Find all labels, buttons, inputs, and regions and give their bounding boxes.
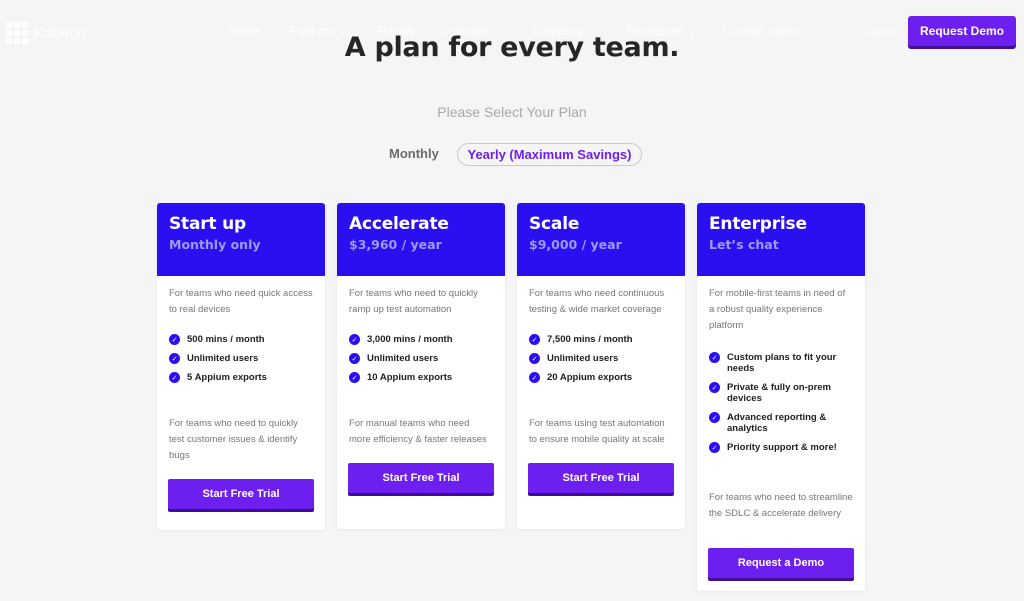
start-free-trial-button[interactable]: Start Free Trial (348, 463, 494, 493)
feature-list: ✓ 7,500 mins / month ✓ Unlimited users ✓… (529, 334, 673, 383)
feature-text: Unlimited users (367, 353, 439, 364)
check-circle-icon: ✓ (529, 334, 540, 345)
plan-card-header: Accelerate $3,960 / year (337, 203, 505, 276)
feature-text: 7,500 mins / month (547, 334, 633, 345)
check-circle-icon: ✓ (169, 353, 180, 364)
feature-text: Priority support & more! (727, 442, 837, 453)
feature-item: ✓ 10 Appium exports (349, 372, 493, 383)
plan-card-header: Enterprise Let’s chat (697, 203, 865, 276)
plan-name: Accelerate (349, 214, 449, 234)
feature-item: ✓ Priority support & more! (709, 442, 853, 453)
plan-price: Monthly only (169, 237, 261, 252)
feature-item: ✓ Unlimited users (529, 353, 673, 364)
feature-item: ✓ Unlimited users (349, 353, 493, 364)
feature-text: Advanced reporting & analytics (727, 412, 827, 434)
check-circle-icon: ✓ (529, 353, 540, 364)
check-circle-icon: ✓ (709, 352, 720, 363)
check-circle-icon: ✓ (529, 372, 540, 383)
plan-name: Start up (169, 214, 246, 234)
plan-card-body: For teams who need quick access to real … (157, 276, 325, 464)
plan-footnote: For teams who need to quickly test custo… (169, 418, 298, 461)
feature-text: Custom plans to fit your needs (727, 352, 837, 374)
check-circle-icon: ✓ (709, 382, 720, 393)
plan-description: For teams who need continuous testing & … (529, 288, 665, 315)
feature-text: 20 Appium exports (547, 372, 633, 383)
plan-description: For teams who need to quickly ramp up te… (349, 288, 478, 315)
feature-item: ✓ 500 mins / month (169, 334, 313, 345)
plan-card-body: For teams who need to quickly ramp up te… (337, 276, 505, 448)
plan-card-header: Scale $9,000 / year (517, 203, 685, 276)
check-circle-icon: ✓ (709, 412, 720, 423)
plan-name: Scale (529, 214, 580, 234)
check-circle-icon: ✓ (169, 372, 180, 383)
feature-list: ✓ 500 mins / month ✓ Unlimited users ✓ 5… (169, 334, 313, 383)
feature-item: ✓ Unlimited users (169, 353, 313, 364)
plan-name: Enterprise (709, 214, 807, 234)
feature-list: ✓ Custom plans to fit your needs ✓ Priva… (709, 352, 853, 453)
plan-card-body: For mobile-first teams in need of a robu… (697, 276, 865, 522)
feature-item: ✓ 5 Appium exports (169, 372, 313, 383)
plan-card-body: For teams who need continuous testing & … (517, 276, 685, 448)
billing-toggle-monthly[interactable]: Monthly (389, 146, 439, 161)
feature-text: 10 Appium exports (367, 372, 453, 383)
plan-card-accelerate: Accelerate $3,960 / year For teams who n… (337, 203, 505, 529)
feature-item: ✓ 7,500 mins / month (529, 334, 673, 345)
plan-price: $3,960 / year (349, 237, 442, 252)
billing-toggle-yearly[interactable]: Yearly (Maximum Savings) (457, 143, 642, 166)
feature-text: Unlimited users (547, 353, 619, 364)
plan-card-scale: Scale $9,000 / year For teams who need c… (517, 203, 685, 529)
feature-text: Unlimited users (187, 353, 259, 364)
page-subtitle: Please Select Your Plan (437, 104, 587, 120)
feature-list: ✓ 3,000 mins / month ✓ Unlimited users ✓… (349, 334, 493, 383)
plan-footnote: For teams who need to streamline the SDL… (709, 492, 853, 519)
feature-text: Private & fully on-prem devices (727, 382, 831, 404)
feature-item: ✓ Advanced reporting & analytics (709, 412, 853, 434)
check-circle-icon: ✓ (709, 442, 720, 453)
feature-item: ✓ Custom plans to fit your needs (709, 352, 853, 374)
plan-card-startup: Start up Monthly only For teams who need… (157, 203, 325, 530)
check-circle-icon: ✓ (349, 353, 360, 364)
plan-footnote: For teams using test automation to ensur… (529, 418, 665, 445)
check-circle-icon: ✓ (349, 334, 360, 345)
check-circle-icon: ✓ (349, 372, 360, 383)
plan-card-header: Start up Monthly only (157, 203, 325, 276)
request-a-demo-button[interactable]: Request a Demo (708, 548, 854, 578)
start-free-trial-button[interactable]: Start Free Trial (168, 479, 314, 509)
plan-description: For mobile-first teams in need of a robu… (709, 288, 846, 331)
plan-footnote: For manual teams who need more efficienc… (349, 418, 487, 445)
feature-item: ✓ 3,000 mins / month (349, 334, 493, 345)
feature-text: 3,000 mins / month (367, 334, 453, 345)
plan-price: $9,000 / year (529, 237, 622, 252)
plan-card-enterprise: Enterprise Let’s chat For mobile-first t… (697, 203, 865, 591)
feature-text: 5 Appium exports (187, 372, 267, 383)
feature-item: ✓ 20 Appium exports (529, 372, 673, 383)
feature-item: ✓ Private & fully on-prem devices (709, 382, 853, 404)
page-title: A plan for every team. (344, 32, 680, 63)
plan-description: For teams who need quick access to real … (169, 288, 313, 315)
check-circle-icon: ✓ (169, 334, 180, 345)
feature-text: 500 mins / month (187, 334, 265, 345)
plan-price: Let’s chat (709, 237, 779, 252)
start-free-trial-button[interactable]: Start Free Trial (528, 463, 674, 493)
